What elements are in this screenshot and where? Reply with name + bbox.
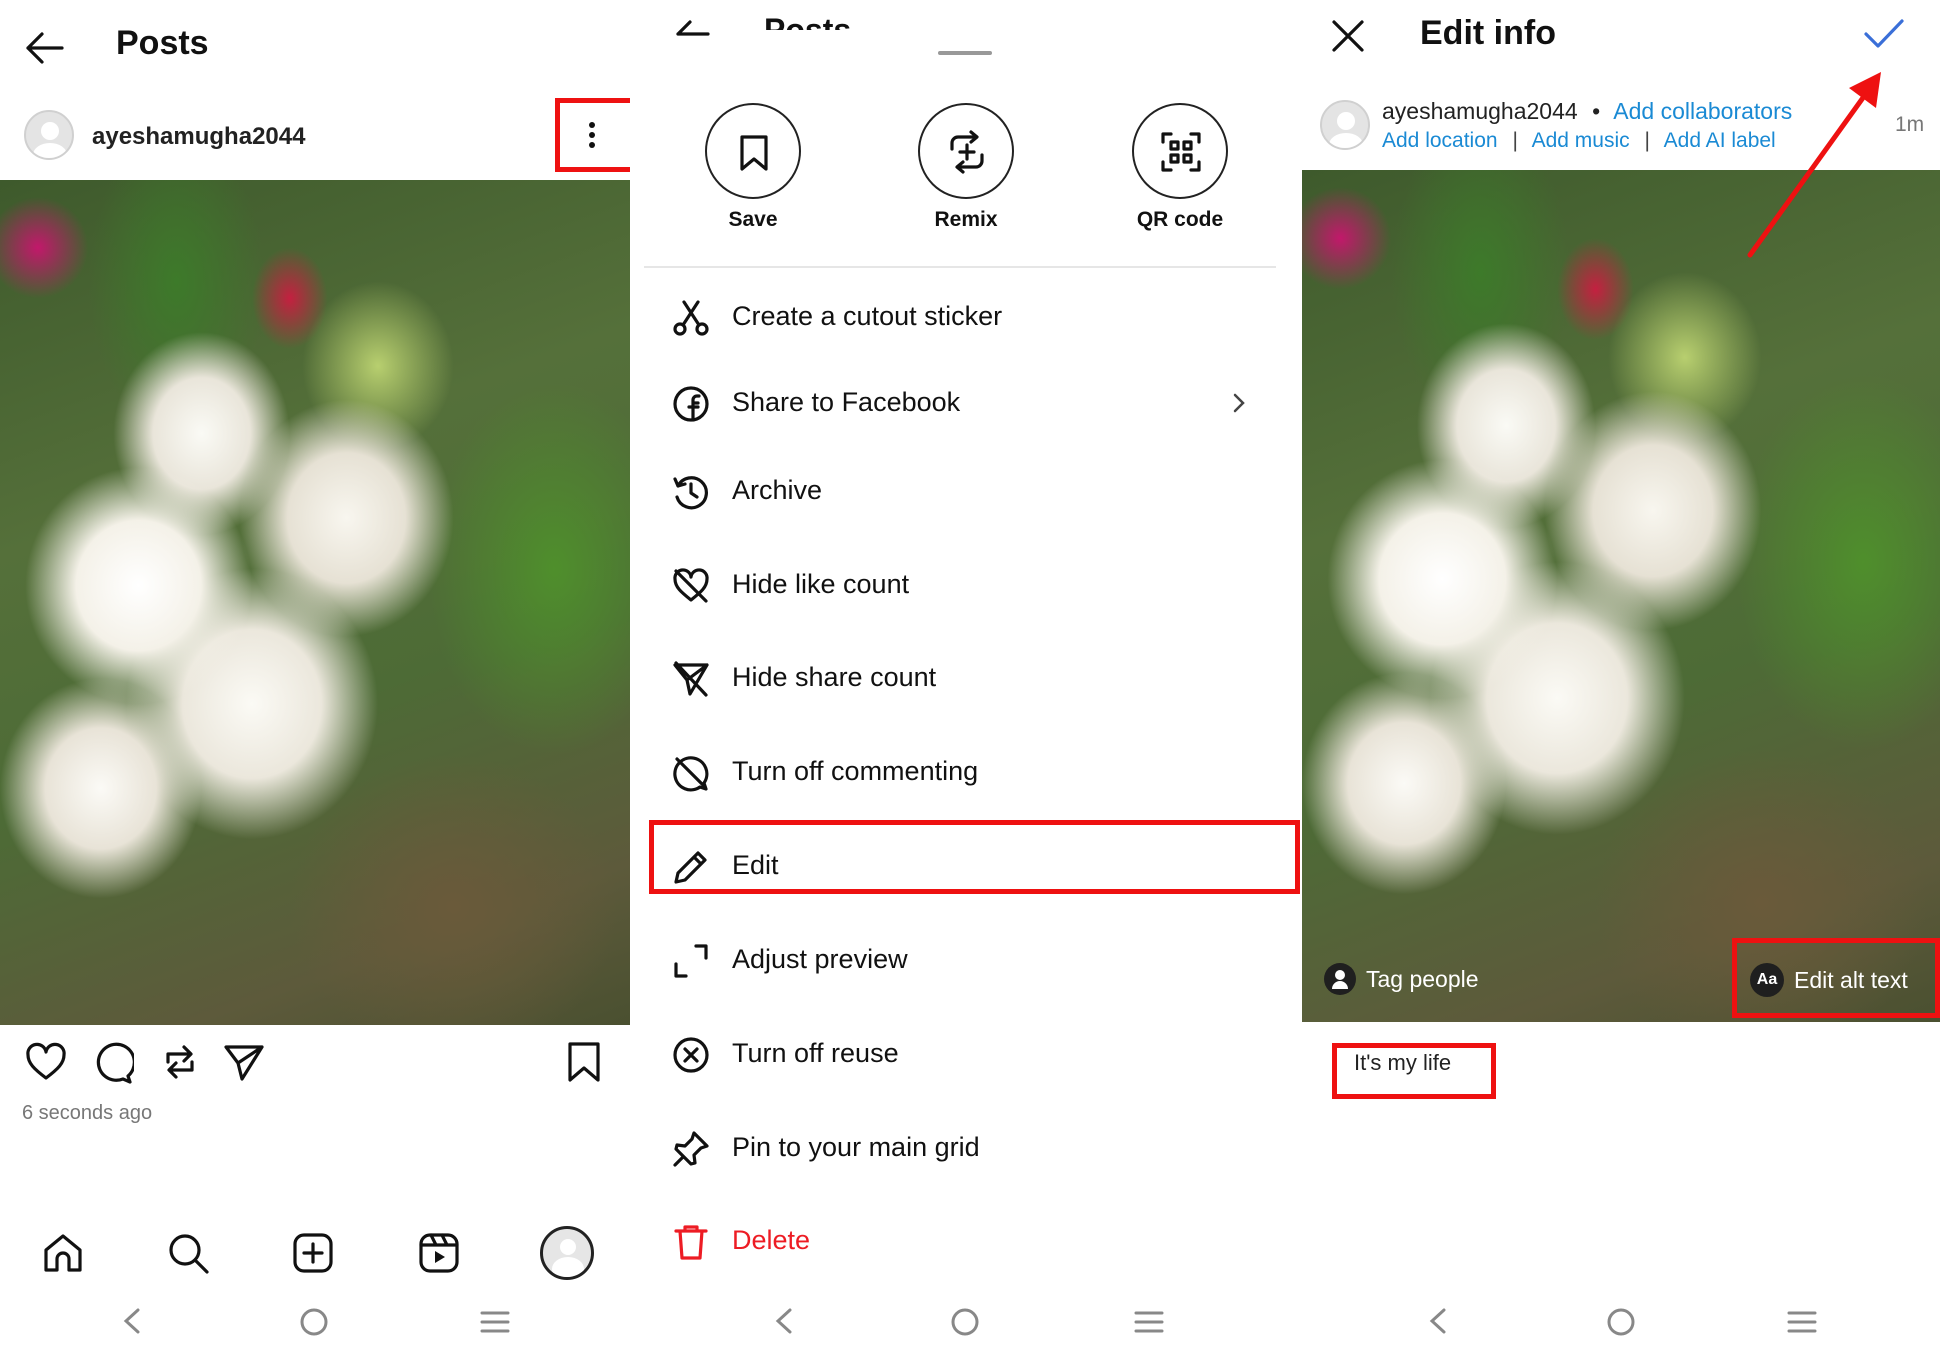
menu-label: Hide like count (732, 569, 910, 599)
system-back-icon[interactable] (120, 1306, 144, 1336)
qr-code-button[interactable] (1132, 103, 1228, 199)
divider: | (1644, 129, 1650, 152)
menu-label: Delete (732, 1225, 811, 1255)
menu-hide-like-count[interactable]: Hide like count (632, 549, 1302, 619)
save-label: Save (728, 208, 778, 231)
share-icon[interactable] (222, 1042, 266, 1082)
home-icon[interactable] (38, 1228, 88, 1278)
separator: • (1592, 98, 1601, 124)
save-button[interactable] (705, 103, 801, 199)
post-photo (1302, 170, 1940, 1022)
meta-line-1: ayeshamugha2044 • Add collaborators (1382, 98, 1792, 125)
bg-back-arrow-icon (672, 12, 712, 42)
trash-icon (672, 1223, 710, 1261)
menu-share-to-facebook[interactable]: Share to Facebook (632, 367, 1302, 437)
heart-icon[interactable] (24, 1042, 68, 1082)
menu-label: Archive (732, 475, 823, 505)
posts-panel: Posts ayeshamugha2044 6 seconds ago (0, 0, 630, 1366)
comment-icon[interactable] (90, 1042, 134, 1084)
bg-title: Posts (764, 12, 852, 30)
menu-label: Share to Facebook (732, 387, 961, 417)
menu-label: Turn off commenting (732, 756, 979, 786)
menu-label: Turn off reuse (732, 1038, 899, 1068)
qr-code-label: QR code (1136, 208, 1224, 231)
menu-create-cutout-sticker[interactable]: Create a cutout sticker (632, 281, 1302, 351)
hide-share-icon (672, 660, 710, 698)
menu-pin-to-grid[interactable]: Pin to your main grid (632, 1112, 1302, 1182)
menu-turn-off-commenting[interactable]: Turn off commenting (632, 736, 1302, 806)
close-icon[interactable] (1330, 18, 1366, 54)
create-icon[interactable] (288, 1228, 338, 1278)
menu-adjust-preview[interactable]: Adjust preview (632, 924, 1302, 994)
menu-hide-share-count[interactable]: Hide share count (632, 642, 1302, 712)
highlight-edit-option (649, 820, 1300, 894)
menu-delete[interactable]: Delete (632, 1205, 1302, 1275)
back-arrow-icon[interactable] (22, 28, 66, 68)
edit-info-panel: Edit info ayeshamugha2044 • Add collabor… (1302, 0, 1940, 1366)
reels-icon[interactable] (414, 1228, 464, 1278)
person-icon (1324, 963, 1356, 995)
pin-icon (672, 1130, 710, 1168)
divider (644, 266, 1276, 268)
system-recents-icon[interactable] (1786, 1309, 1818, 1335)
menu-label: Pin to your main grid (732, 1132, 980, 1162)
menu-archive[interactable]: Archive (632, 455, 1302, 525)
bookmark-icon[interactable] (566, 1040, 602, 1084)
page-title: Posts (116, 24, 209, 62)
options-sheet-panel: Posts Save Remix QR code Create a cutout… (632, 0, 1302, 1366)
system-recents-icon[interactable] (479, 1309, 511, 1335)
menu-label: Create a cutout sticker (732, 301, 1003, 331)
highlight-edit-alt-text (1732, 938, 1940, 1018)
reuse-off-icon (672, 1036, 710, 1074)
highlight-caption (1332, 1043, 1496, 1099)
remix-label: Remix (934, 208, 998, 231)
system-home-icon[interactable] (1606, 1307, 1636, 1337)
hide-like-icon (672, 567, 710, 605)
remix-button[interactable] (918, 103, 1014, 199)
system-back-icon[interactable] (1426, 1306, 1450, 1336)
system-recents-icon[interactable] (1133, 1309, 1165, 1335)
confirm-check-icon[interactable] (1862, 16, 1906, 52)
username[interactable]: ayeshamugha2044 (92, 123, 305, 151)
divider: | (1512, 129, 1518, 152)
avatar[interactable] (24, 110, 74, 160)
profile-avatar[interactable] (540, 1226, 594, 1280)
add-music-link[interactable]: Add music (1532, 129, 1630, 152)
menu-turn-off-reuse[interactable]: Turn off reuse (632, 1018, 1302, 1088)
post-photo[interactable] (0, 180, 630, 1025)
comment-off-icon (672, 754, 710, 792)
timestamp: 6 seconds ago (22, 1102, 153, 1124)
repost-icon[interactable] (158, 1040, 202, 1084)
scissors-icon (672, 299, 710, 337)
adjust-icon (672, 942, 710, 980)
menu-label: Hide share count (732, 662, 937, 692)
chevron-right-icon (1231, 391, 1247, 415)
menu-label: Adjust preview (732, 944, 908, 974)
facebook-icon (672, 385, 710, 423)
add-location-link[interactable]: Add location (1382, 129, 1498, 152)
search-icon[interactable] (163, 1228, 213, 1278)
archive-icon (672, 473, 710, 511)
meta-line-2: Add location | Add music | Add AI label (1382, 129, 1776, 153)
page-title: Edit info (1420, 14, 1556, 52)
username: ayeshamugha2044 (1382, 98, 1578, 124)
avatar (1320, 100, 1370, 150)
system-home-icon[interactable] (299, 1307, 329, 1337)
annotation-arrow (1742, 60, 1912, 260)
system-back-icon[interactable] (772, 1306, 796, 1336)
sheet-handle[interactable] (938, 51, 992, 55)
highlight-more-button (555, 98, 630, 172)
system-home-icon[interactable] (950, 1307, 980, 1337)
